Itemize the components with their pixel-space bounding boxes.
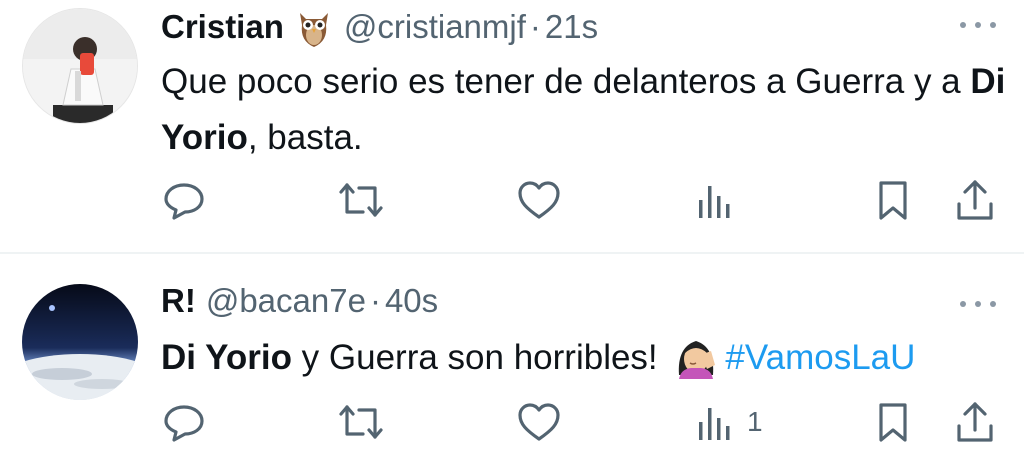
tweet-text-bold: Di Yorio [161, 338, 292, 377]
more-icon[interactable] [960, 299, 996, 309]
avatar[interactable] [22, 284, 138, 400]
views-icon[interactable]: 1 [697, 400, 763, 444]
tweet-text: Que poco serio es tener de delanteros a … [161, 54, 1006, 166]
heart-icon[interactable] [516, 400, 562, 444]
timestamp[interactable]: 40s [385, 282, 438, 320]
tweet[interactable]: R! @bacan7e · 40s Di Yorio y Guerra son … [0, 254, 1024, 476]
retweet-icon[interactable] [337, 178, 385, 222]
views-icon[interactable] [697, 178, 747, 222]
reply-icon[interactable] [162, 400, 206, 444]
tweet-text-part: y Guerra son horribles! [291, 338, 668, 377]
tweet[interactable]: Cristian @cristianmjf · 21s Que poco ser… [0, 0, 1024, 252]
user-handle[interactable]: @bacan7e [206, 282, 366, 320]
display-name[interactable]: Cristian [161, 8, 284, 46]
separator-dot: · [369, 282, 381, 319]
tweet-text-part: , basta. [247, 118, 363, 157]
bookmark-icon[interactable] [876, 400, 910, 444]
share-icon[interactable] [955, 400, 995, 444]
tweet-text-part: Que poco serio es tener de delanteros a … [161, 62, 971, 101]
action-bar [0, 178, 1024, 222]
woman-facepalming-emoji [671, 335, 721, 379]
bookmark-icon[interactable] [876, 178, 910, 222]
display-name[interactable]: R! [161, 282, 196, 320]
timestamp[interactable]: 21s [545, 8, 598, 46]
owl-emoji [294, 5, 334, 49]
avatar[interactable] [22, 8, 138, 124]
user-handle[interactable]: @cristianmjf [344, 8, 526, 46]
more-icon[interactable] [960, 20, 996, 30]
action-bar: 1 [0, 400, 1024, 444]
views-count: 1 [747, 406, 763, 437]
tweet-text: Di Yorio y Guerra son horribles! #VamosL… [161, 330, 1006, 386]
retweet-icon[interactable] [337, 400, 385, 444]
hashtag-link[interactable]: #VamosLaU [725, 338, 915, 377]
separator-dot: · [529, 8, 541, 45]
heart-icon[interactable] [516, 178, 562, 222]
share-icon[interactable] [955, 178, 995, 222]
reply-icon[interactable] [162, 178, 206, 222]
